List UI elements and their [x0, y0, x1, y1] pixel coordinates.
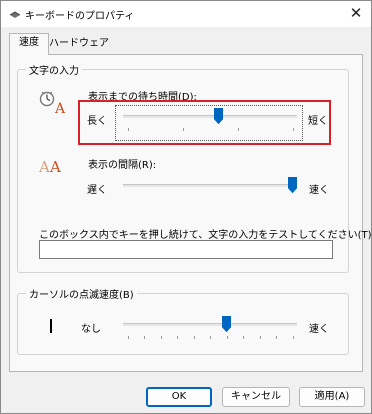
svg-text:A: A: [54, 101, 66, 115]
slider-tick: [293, 128, 294, 131]
cursor-blink-slider[interactable]: [123, 315, 297, 339]
slider-tick: [293, 336, 294, 339]
repeat-test-input[interactable]: [39, 240, 333, 259]
slider-tick: [144, 336, 145, 339]
slider-tick: [260, 336, 261, 339]
delay-max-label: 短く: [308, 116, 328, 127]
close-button[interactable]: ✕: [341, 1, 371, 27]
keyboard-icon: [9, 11, 21, 18]
svg-text:A: A: [39, 158, 50, 175]
slider-tick: [238, 128, 239, 131]
slider-thumb[interactable]: [214, 108, 223, 124]
slider-tick: [243, 336, 244, 339]
slider-tick: [128, 128, 129, 131]
rate-max-label: 速く: [309, 185, 329, 196]
blink-max-label: 速く: [309, 324, 329, 335]
rate-slider[interactable]: [123, 176, 297, 196]
window-title: キーボードのプロパティ: [25, 11, 135, 22]
svg-text:A: A: [49, 158, 61, 175]
clock-letter-a-icon: A: [39, 91, 66, 115]
close-icon: ✕: [349, 4, 363, 22]
rate-label: 表示の間隔(R):: [88, 160, 157, 171]
apply-button[interactable]: 適用(A): [299, 387, 365, 407]
delay-slider[interactable]: [123, 107, 297, 131]
cancel-button[interactable]: キャンセル: [222, 387, 290, 407]
blink-min-label: なし: [81, 324, 101, 335]
slider-tick: [183, 128, 184, 131]
slider-tick: [177, 336, 178, 339]
slider-tick: [161, 336, 162, 339]
rate-min-label: 遅く: [87, 185, 107, 196]
slider-tick: [227, 336, 228, 339]
tab-hardware[interactable]: ハードウェア: [49, 35, 109, 55]
slider-tick: [210, 336, 211, 339]
test-box-label: このボックス内でキーを押し続けて、文字の入力をテストしてください(T):: [39, 230, 372, 241]
character-repeat-group-label: 文字の入力: [26, 62, 82, 77]
slider-thumb[interactable]: [222, 316, 231, 332]
keyboard-properties-dialog: キーボードのプロパティ ✕ 速度 ハードウェア 文字の入力 A 表示までの待ち時…: [0, 0, 372, 414]
title-bar: キーボードのプロパティ ✕: [1, 1, 371, 27]
ok-button[interactable]: OK: [146, 387, 212, 407]
delay-min-label: 長く: [87, 116, 107, 127]
tab-speed[interactable]: 速度: [9, 33, 49, 55]
repeated-letter-a-icon: A A: [39, 158, 61, 175]
cursor-blink-group-label: カーソルの点滅速度(B): [26, 286, 137, 301]
slider-tick: [194, 336, 195, 339]
slider-thumb[interactable]: [288, 177, 297, 193]
slider-tick: [128, 336, 129, 339]
slider-tick: [276, 336, 277, 339]
text-cursor-icon: [50, 319, 52, 333]
